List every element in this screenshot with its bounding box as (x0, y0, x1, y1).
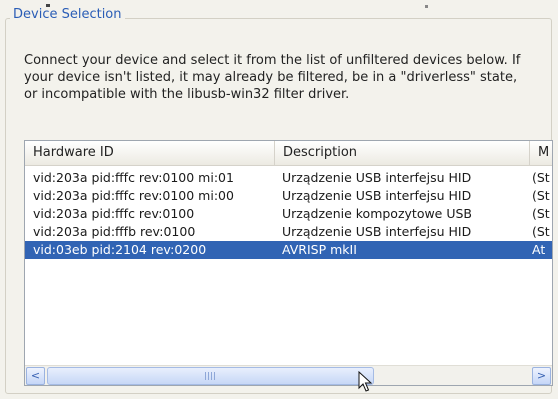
description-cell: Urządzenie USB interfejsu HID (282, 170, 472, 185)
device-row[interactable]: vid:203a pid:fffc rev:0100 Urządzenie ko… (25, 205, 552, 223)
device-row-selected[interactable]: vid:03eb pid:2104 rev:0200 AVRISP mkII A… (25, 241, 552, 259)
column-header-m[interactable]: M (530, 141, 552, 165)
chevron-right-icon: > (536, 369, 547, 382)
m-cell: (St (532, 224, 550, 239)
list-header: Hardware ID Description M (25, 141, 552, 166)
device-row[interactable]: vid:203a pid:fffb rev:0100 Urządzenie US… (25, 223, 552, 241)
horizontal-scrollbar[interactable]: < > (25, 365, 552, 385)
mouse-pointer-icon (358, 371, 372, 392)
description-cell: Urządzenie USB interfejsu HID (282, 188, 472, 203)
hardware-id-cell: vid:203a pid:fffc rev:0100 mi:00 (33, 188, 234, 203)
device-list[interactable]: Hardware ID Description M vid:203a pid:f… (24, 140, 553, 386)
scroll-left-button[interactable]: < (26, 367, 45, 385)
chevron-left-icon: < (30, 369, 41, 382)
device-row[interactable]: vid:203a pid:fffc rev:0100 mi:00 Urządze… (25, 187, 552, 205)
group-title: Device Selection (10, 7, 125, 22)
column-header-hardware-id[interactable]: Hardware ID (25, 141, 275, 165)
hardware-id-cell: vid:203a pid:fffc rev:0100 mi:01 (33, 170, 234, 185)
m-cell: (St (532, 170, 550, 185)
hardware-id-cell: vid:203a pid:fffb rev:0100 (33, 224, 196, 239)
device-selection-panel: Device Selection Connect your device and… (0, 0, 558, 399)
scroll-right-button[interactable]: > (532, 367, 551, 385)
column-header-description[interactable]: Description (275, 141, 530, 165)
device-row[interactable]: vid:203a pid:fffc rev:0100 mi:01 Urządze… (25, 169, 552, 187)
hardware-id-cell: vid:203a pid:fffc rev:0100 (33, 206, 195, 221)
m-cell: (St (532, 188, 550, 203)
hardware-id-cell: vid:03eb pid:2104 rev:0200 (33, 242, 207, 257)
grip-icon (205, 372, 215, 380)
scrollbar-thumb[interactable] (47, 367, 374, 385)
m-cell: (St (532, 206, 550, 221)
description-cell: Urządzenie kompozytowe USB (282, 206, 473, 221)
description-cell: Urządzenie USB interfejsu HID (282, 224, 472, 239)
list-body: vid:203a pid:fffc rev:0100 mi:01 Urządze… (25, 169, 552, 259)
intro-text: Connect your device and select it from t… (24, 53, 521, 102)
decorative-mark (425, 5, 428, 8)
description-cell: AVRISP mkII (282, 242, 357, 257)
m-cell: At (532, 242, 546, 257)
